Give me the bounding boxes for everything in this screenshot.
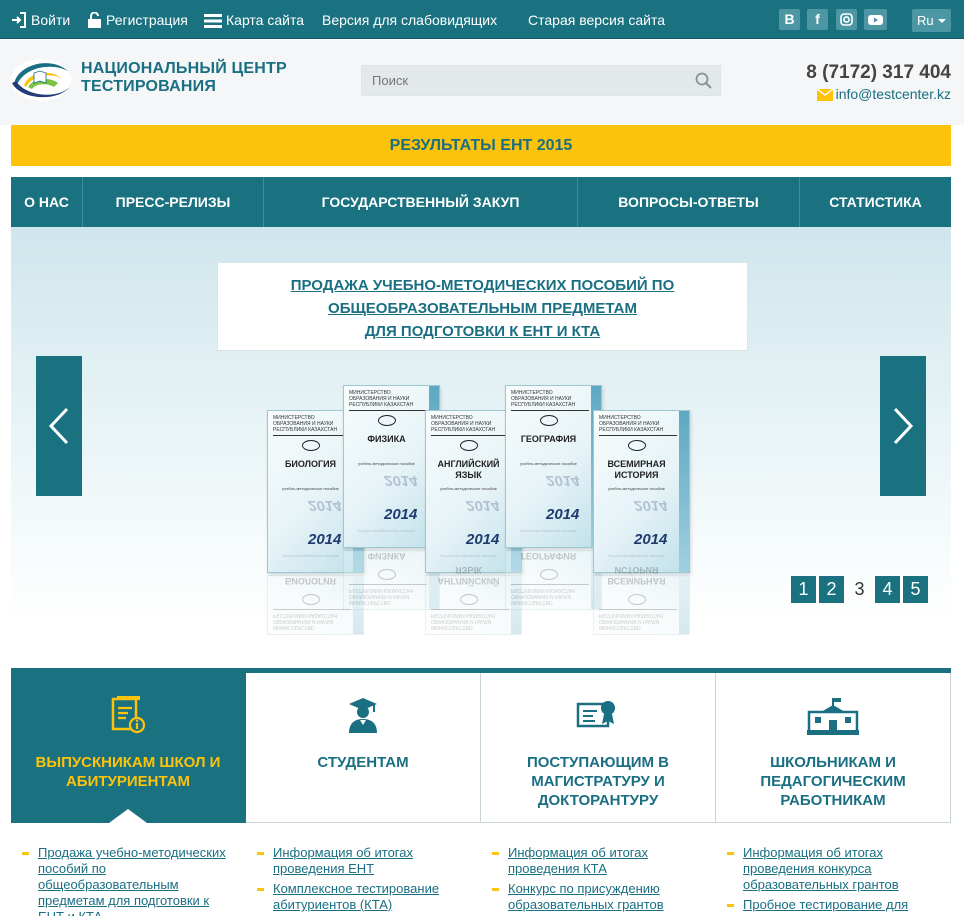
slide-caption[interactable]: ПРОДАЖА УЧЕБНО-МЕТОДИЧЕСКИХ ПОСОБИЙ ПО О…	[217, 262, 748, 351]
instagram-icon[interactable]	[836, 9, 857, 30]
menu-icon	[204, 14, 222, 28]
list-item[interactable]: Информация об итогах проведения ЕНТ	[256, 845, 471, 877]
chevron-down-icon	[938, 19, 946, 23]
main-nav: О НАС ПРЕСС-РЕЛИЗЫ ГОСУДАРСТВЕННЫЙ ЗАКУП…	[11, 177, 951, 227]
brand-name[interactable]: НАЦИОНАЛЬНЫЙ ЦЕНТР ТЕСТИРОВАНИЯ	[81, 60, 287, 96]
top-bar: Войти Регистрация Карта сайта Версия для…	[0, 0, 964, 39]
book-cover: Министерство образования и науки Республ…	[505, 385, 602, 548]
register-label: Регистрация	[106, 12, 188, 28]
category-graduates[interactable]: ВЫПУСКНИКАМ ШКОЛ И АБИТУРИЕНТАМ	[11, 673, 246, 823]
category-label: СТУДЕНТАМ	[317, 754, 409, 771]
link-columns: Продажа учебно-методических пособий по о…	[11, 845, 951, 916]
category-label: ШКОЛЬНИКАМ И ПЕДАГОГИЧЕСКИМ РАБОТНИКАМ	[760, 754, 906, 809]
book-reflection: Министерство образования и науки Республ…	[593, 497, 690, 635]
chevron-left-icon	[48, 407, 69, 445]
slide-caption-line-3: ДЛЯ ПОДГОТОВКИ К ЕНТ И КТА	[364, 323, 601, 340]
search-icon[interactable]	[695, 72, 712, 89]
list-item[interactable]: Информация об итогах проведения КТА	[491, 845, 706, 877]
email-link[interactable]: info@testcenter.kz	[816, 86, 951, 102]
category-label: ПОСТУПАЮЩИМ В МАГИСТРАТУРУ И ДОКТОРАНТУР…	[526, 754, 670, 809]
nav-item-press[interactable]: ПРЕСС-РЕЛИЗЫ	[83, 177, 264, 227]
book-reflection: Министерство образования и науки Республ…	[505, 472, 602, 610]
facebook-icon[interactable]: f	[807, 9, 828, 30]
language-value: Ru	[917, 13, 934, 28]
links-column-masters: Информация об итогах проведения КТА Конк…	[481, 845, 716, 916]
category-label: ВЫПУСКНИКАМ ШКОЛ И АБИТУРИЕНТАМ	[35, 754, 221, 790]
vk-icon[interactable]: B	[779, 9, 800, 30]
slide-caption-line-1: ПРОДАЖА УЧЕБНО-МЕТОДИЧЕСКИХ ПОСОБИЙ ПО	[290, 277, 675, 294]
active-pointer	[109, 809, 147, 823]
logo-icon[interactable]	[10, 57, 72, 108]
chevron-right-icon	[893, 407, 914, 445]
audience-categories: ВЫПУСКНИКАМ ШКОЛ И АБИТУРИЕНТАМ СТУДЕНТА…	[11, 668, 951, 823]
nav-item-procurement[interactable]: ГОСУДАРСТВЕННЫЙ ЗАКУП	[264, 177, 578, 227]
page-dot-1[interactable]: 1	[791, 576, 816, 603]
email-address: info@testcenter.kz	[835, 86, 951, 102]
phone-number: 8 (7172) 317 404	[806, 62, 951, 83]
header: НАЦИОНАЛЬНЫЙ ЦЕНТР ТЕСТИРОВАНИЯ 8 (7172)…	[0, 40, 964, 125]
list-item[interactable]: Конкурс по присуждению образовательных г…	[491, 881, 706, 913]
diploma-icon	[576, 701, 615, 728]
page-dot-5[interactable]: 5	[903, 576, 928, 603]
document-info-icon	[111, 696, 146, 734]
links-column-schoolchildren: Информация об итогах проведения конкурса…	[716, 845, 951, 916]
brand-line-2: ТЕСТИРОВАНИЯ	[81, 78, 217, 95]
list-item[interactable]: Комплексное тестирование абитуриентов (К…	[256, 881, 471, 913]
list-item[interactable]: Пробное тестирование для	[726, 897, 941, 913]
lock-icon	[88, 11, 101, 28]
school-icon	[807, 698, 859, 735]
old-version-link[interactable]: Старая версия сайта	[528, 0, 665, 39]
category-students[interactable]: СТУДЕНТАМ	[246, 673, 481, 823]
links-column-students: Информация об итогах проведения ЕНТ Комп…	[246, 845, 481, 916]
links-column-graduates: Продажа учебно-методических пособий по о…	[11, 845, 246, 916]
register-link[interactable]: Регистрация	[87, 0, 188, 39]
page-dot-3[interactable]: 3	[847, 576, 872, 603]
sitemap-link[interactable]: Карта сайта	[204, 0, 304, 39]
slide-caption-line-2: ОБЩЕОБРАЗОВАТЕЛЬНЫМ ПРЕДМЕТАМ	[328, 300, 637, 317]
graduate-icon	[349, 698, 377, 733]
book-cover: Министерство образования и науки Республ…	[593, 410, 690, 573]
youtube-icon[interactable]	[864, 9, 887, 30]
envelope-icon	[816, 88, 833, 101]
hero-slider: ПРОДАЖА УЧЕБНО-МЕТОДИЧЕСКИХ ПОСОБИЙ ПО О…	[11, 227, 951, 635]
sitemap-label: Карта сайта	[226, 12, 304, 28]
search-box	[361, 65, 721, 96]
search-input[interactable]	[362, 66, 662, 95]
login-link[interactable]: Войти	[11, 0, 70, 39]
list-item[interactable]: Продажа учебно-методических пособий по о…	[21, 845, 236, 916]
nav-item-statistics[interactable]: СТАТИСТИКА	[800, 177, 951, 227]
category-schoolchildren[interactable]: ШКОЛЬНИКАМ И ПЕДАГОГИЧЕСКИМ РАБОТНИКАМ	[716, 673, 951, 823]
language-select[interactable]: Ru	[912, 9, 951, 32]
nav-item-about[interactable]: О НАС	[11, 177, 83, 227]
page-dot-4[interactable]: 4	[875, 576, 900, 603]
category-masters[interactable]: ПОСТУПАЮЩИМ В МАГИСТРАТУРУ И ДОКТОРАНТУР…	[481, 673, 716, 823]
impaired-version-link[interactable]: Версия для слабовидящих	[322, 0, 497, 39]
slider-prev-button[interactable]	[36, 356, 82, 496]
brand-line-1: НАЦИОНАЛЬНЫЙ ЦЕНТР	[81, 60, 287, 77]
login-label: Войти	[31, 12, 71, 28]
results-banner[interactable]: РЕЗУЛЬТАТЫ ЕНТ 2015	[11, 125, 951, 166]
list-item[interactable]: Информация об итогах проведения конкурса…	[726, 845, 941, 893]
slider-pagination: 1 2 3 4 5	[791, 576, 931, 603]
slider-next-button[interactable]	[880, 356, 926, 496]
nav-item-faq[interactable]: ВОПРОСЫ-ОТВЕТЫ	[578, 177, 800, 227]
login-icon	[12, 12, 26, 28]
page-dot-2[interactable]: 2	[819, 576, 844, 603]
